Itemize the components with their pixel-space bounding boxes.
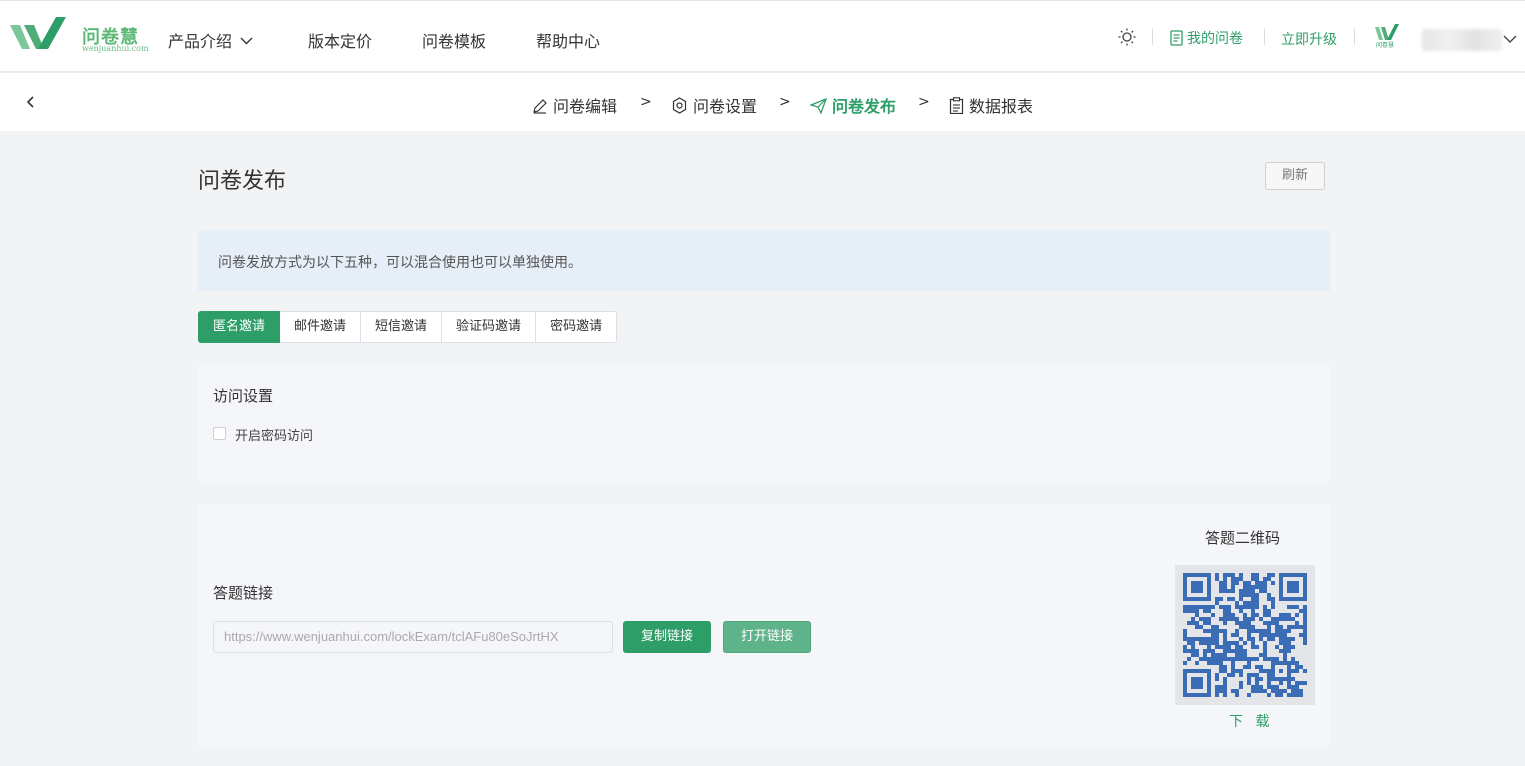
tab-sms-invite[interactable]: 短信邀请	[361, 311, 443, 343]
step-label: 问卷编辑	[553, 97, 618, 116]
step-edit[interactable]: 问卷编辑	[532, 93, 617, 117]
page-title: 问卷发布	[198, 169, 287, 194]
info-notice: 问卷发放方式为以下五种，可以混合使用也可以单独使用。	[198, 230, 1330, 291]
tab-anonymous-invite[interactable]: 匿名邀请	[198, 311, 281, 343]
nav-help-center[interactable]: 帮助中心	[536, 28, 600, 52]
refresh-button[interactable]: 刷新	[1265, 162, 1325, 190]
invite-tabs: 匿名邀请 邮件邀请 短信邀请 验证码邀请 密码邀请	[198, 311, 618, 343]
clipboard-icon	[949, 97, 964, 115]
step-separator: >	[918, 94, 930, 110]
user-name-blurred[interactable]	[1422, 29, 1502, 51]
qr-code-title: 答题二维码	[1205, 529, 1281, 547]
step-label: 问卷设置	[693, 97, 758, 116]
access-settings-title: 访问设置	[213, 387, 274, 405]
divider	[1264, 28, 1265, 45]
password-access-checkbox[interactable]	[213, 427, 226, 440]
access-settings-card: 访问设置 开启密码访问	[198, 363, 1330, 484]
notice-text: 问卷发放方式为以下五种，可以混合使用也可以单独使用。	[218, 255, 582, 271]
user-avatar[interactable]: 问卷慧	[1373, 23, 1403, 49]
tab-password-invite[interactable]: 密码邀请	[536, 311, 618, 343]
nav-templates[interactable]: 问卷模板	[422, 28, 486, 52]
my-surveys-label: 我的问卷	[1187, 31, 1243, 47]
download-qr-link[interactable]: 下 载	[1229, 711, 1273, 731]
open-link-button[interactable]: 打开链接	[723, 621, 811, 653]
step-settings[interactable]: 问卷设置	[671, 93, 757, 117]
step-report[interactable]: 数据报表	[949, 93, 1033, 117]
copy-link-button[interactable]: 复制链接	[623, 621, 711, 653]
divider	[1152, 28, 1153, 45]
password-access-label[interactable]: 开启密码访问	[235, 425, 313, 444]
tab-email-invite[interactable]: 邮件邀请	[280, 311, 362, 343]
brand-domain: wenjuanhui.com	[82, 44, 149, 53]
upgrade-link[interactable]: 立即升级	[1281, 29, 1337, 49]
theme-toggle-sun-icon[interactable]	[1118, 28, 1136, 46]
chevron-down-icon[interactable]	[1503, 32, 1517, 43]
user-logo-text: 问卷慧	[1376, 42, 1395, 49]
step-label: 问卷发布	[832, 97, 897, 116]
qr-code-image	[1175, 565, 1315, 705]
divider	[1354, 28, 1355, 45]
step-label: 数据报表	[969, 97, 1034, 116]
nav-product-intro[interactable]: 产品介绍	[168, 28, 253, 52]
step-publish[interactable]: 问卷发布	[808, 93, 897, 117]
answer-link-input[interactable]: https://www.wenjuanhui.com/lockExam/tclA…	[213, 621, 613, 653]
nav-label: 产品介绍	[168, 32, 233, 51]
step-separator: >	[779, 94, 791, 110]
answer-link-title: 答题链接	[213, 584, 274, 602]
top-navbar: 问卷慧 wenjuanhui.com 产品介绍 版本定价 问卷模板 帮助中心 我…	[0, 0, 1525, 71]
chevron-down-icon	[240, 30, 253, 49]
send-icon	[808, 97, 828, 115]
pencil-icon	[533, 99, 547, 114]
step-separator: >	[640, 94, 652, 110]
nav-pricing[interactable]: 版本定价	[308, 28, 372, 52]
tab-code-invite[interactable]: 验证码邀请	[442, 311, 537, 343]
gear-icon	[672, 97, 687, 114]
qr-code	[1183, 573, 1307, 697]
answer-link-card: 答题链接 https://www.wenjuanhui.com/lockExam…	[198, 504, 1330, 749]
my-surveys-link[interactable]: 我的问卷	[1170, 28, 1243, 48]
back-arrow-icon[interactable]	[24, 93, 38, 111]
step-bar: 问卷编辑 > 问卷设置 > 问卷发布 > 数据报表	[0, 72, 1525, 131]
logo-w-icon	[10, 17, 66, 49]
document-icon	[1170, 30, 1183, 46]
